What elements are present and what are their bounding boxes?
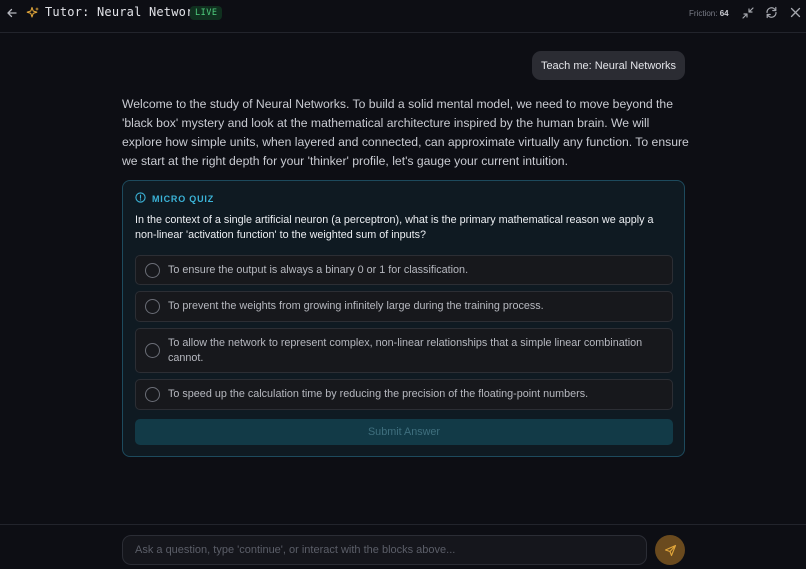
quiz-option-4[interactable]: To speed up the calculation time by redu… <box>135 379 673 410</box>
chat-input[interactable] <box>122 535 647 565</box>
quiz-option-text: To ensure the output is always a binary … <box>168 263 469 276</box>
submit-answer-button[interactable]: Submit Answer <box>135 419 673 445</box>
friction-indicator: Friction: 64 <box>689 9 729 18</box>
live-badge: LIVE <box>190 6 223 20</box>
close-icon[interactable] <box>789 6 802 19</box>
friction-label: Friction: <box>689 9 718 18</box>
assistant-message: Welcome to the study of Neural Networks.… <box>122 97 689 168</box>
radio-button[interactable] <box>145 387 160 402</box>
micro-quiz-card: MICRO QUIZ In the context of a single ar… <box>122 180 685 457</box>
composer-bar <box>0 524 806 569</box>
quiz-icon <box>135 190 146 208</box>
quiz-option-text: To allow the network to represent comple… <box>168 336 643 364</box>
quiz-option-text: To speed up the calculation time by redu… <box>168 388 589 400</box>
friction-value: 64 <box>719 9 729 18</box>
radio-button[interactable] <box>145 299 160 314</box>
radio-button[interactable] <box>145 343 160 358</box>
quiz-question: In the context of a single artificial ne… <box>135 214 654 241</box>
sparkle-icon <box>26 6 40 20</box>
send-icon[interactable] <box>655 535 685 565</box>
quiz-option-text: To prevent the weights from growing infi… <box>168 300 544 312</box>
header-bar: Tutor: Neural Networks LIVE Friction: 64 <box>0 0 806 33</box>
back-arrow-icon[interactable] <box>5 6 19 20</box>
tutor-app: Tutor: Neural Networks LIVE Friction: 64… <box>0 0 806 569</box>
quiz-header: MICRO QUIZ <box>135 190 214 208</box>
page-title: Tutor: Neural Networks <box>45 5 209 19</box>
quiz-option-3[interactable]: To allow the network to represent comple… <box>135 328 673 373</box>
quiz-option-1[interactable]: To ensure the output is always a binary … <box>135 255 673 285</box>
quiz-label: MICRO QUIZ <box>152 194 214 204</box>
radio-button[interactable] <box>145 262 160 278</box>
minimize-icon[interactable] <box>741 6 754 19</box>
quiz-option-2[interactable]: To prevent the weights from growing infi… <box>135 291 673 322</box>
user-message-bubble: Teach me: Neural Networks <box>532 51 685 80</box>
refresh-icon[interactable] <box>765 6 778 19</box>
